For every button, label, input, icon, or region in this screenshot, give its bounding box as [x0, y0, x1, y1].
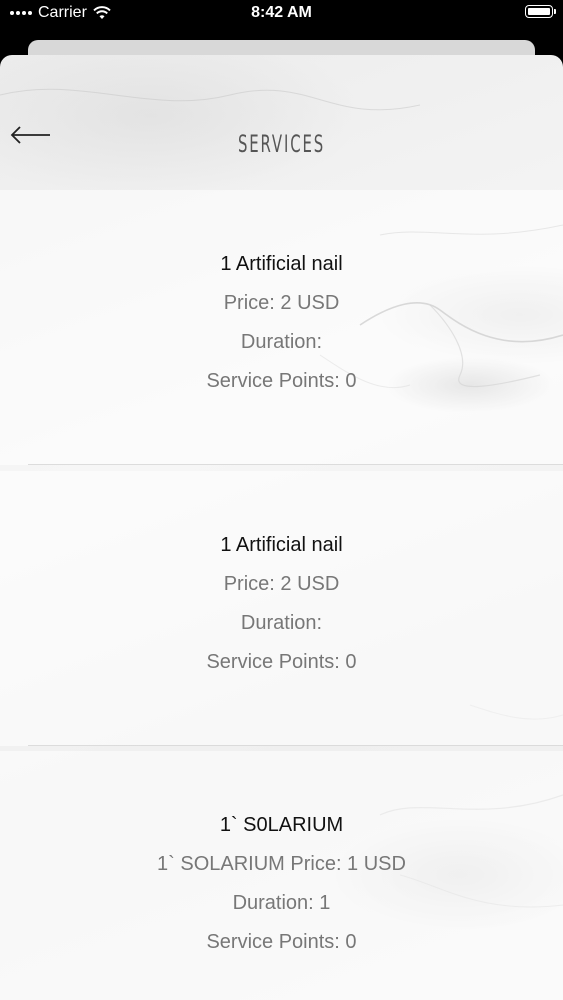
service-points: Service Points: 0: [206, 931, 357, 953]
service-card[interactable]: 1 Artificial nail Price: 2 USD Duration:…: [0, 175, 563, 465]
status-right: [525, 5, 556, 18]
service-duration: Duration:: [240, 612, 323, 634]
back-arrow-icon: [10, 126, 50, 144]
service-points: Service Points: 0: [206, 370, 357, 392]
service-price: Price: 2 USD: [223, 573, 340, 595]
header: SERVICES: [0, 55, 563, 175]
page-title: SERVICES: [237, 130, 326, 158]
status-bar: Carrier 8:42 AM: [0, 0, 563, 40]
service-price: Price: 2 USD: [223, 292, 340, 314]
service-name: 1 Artificial nail: [220, 253, 343, 275]
service-card-background: [0, 190, 563, 465]
back-button[interactable]: [8, 123, 58, 153]
service-duration: Duration:: [240, 331, 323, 353]
services-sheet: SERVICES 1 Artificial nail Price: 2 USD …: [0, 55, 563, 1000]
service-price: 1` SOLARIUM Price: 1 USD: [157, 853, 406, 875]
status-time: 8:42 AM: [251, 4, 312, 21]
battery-icon: [525, 5, 556, 18]
service-card-background: [0, 471, 563, 746]
service-duration: Duration: 1: [232, 892, 331, 914]
service-card[interactable]: 1 Artificial nail Price: 2 USD Duration:…: [0, 456, 563, 746]
service-name: 1 Artificial nail: [220, 534, 343, 556]
service-name: 1` S0LARIUM: [219, 814, 344, 836]
service-card[interactable]: 1` S0LARIUM 1` SOLARIUM Price: 1 USD Dur…: [0, 736, 563, 1000]
service-points: Service Points: 0: [206, 651, 357, 673]
